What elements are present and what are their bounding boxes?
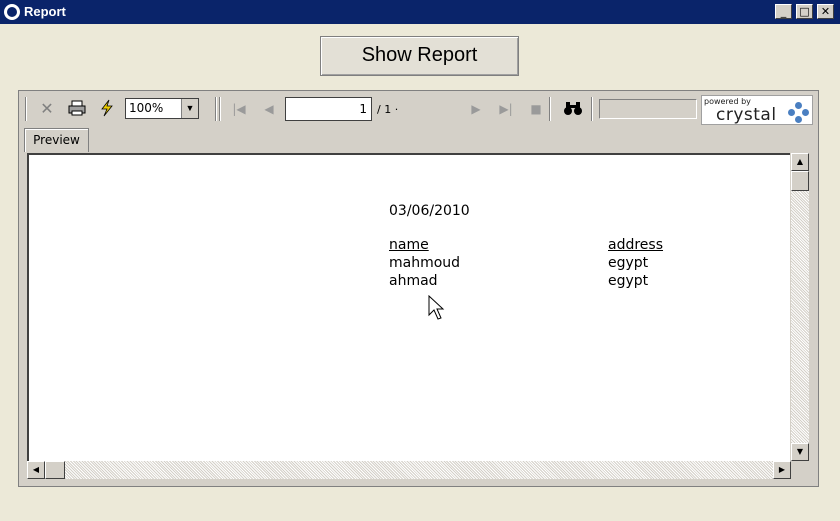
title-bar: Report _ □ ✕ xyxy=(0,0,840,24)
row-name: ahmad xyxy=(389,273,438,289)
scroll-up-button[interactable]: ▲ xyxy=(791,153,809,171)
report-page: 03/06/2010 name address mahmoud egypt ah… xyxy=(27,153,790,461)
search-input[interactable] xyxy=(599,99,697,119)
scroll-right-button[interactable]: ▶ xyxy=(773,461,791,479)
maximize-button[interactable]: □ xyxy=(796,4,813,19)
toolbar-separator xyxy=(25,97,27,121)
toolbar-separator xyxy=(591,97,593,121)
print-icon[interactable] xyxy=(67,99,87,119)
zoom-value: 100% xyxy=(129,101,164,115)
column-header-name: name xyxy=(389,237,429,253)
crystal-logo: powered by crystal xyxy=(701,95,813,125)
column-header-address: address xyxy=(608,237,664,253)
minimize-button[interactable]: _ xyxy=(775,4,792,19)
close-icon[interactable]: ✕ xyxy=(37,99,57,119)
close-button[interactable]: ✕ xyxy=(817,4,834,19)
show-report-button[interactable]: Show Report xyxy=(320,36,519,76)
row-address: egypt xyxy=(608,255,649,271)
toolbar-separator xyxy=(549,97,551,121)
chevron-down-icon[interactable]: ▼ xyxy=(181,99,198,118)
row-name: mahmoud xyxy=(389,255,461,271)
window-title: Report xyxy=(24,4,66,19)
horizontal-scroll-thumb[interactable] xyxy=(45,461,65,479)
scroll-left-button[interactable]: ◀ xyxy=(27,461,45,479)
scroll-down-button[interactable]: ▼ xyxy=(791,443,809,461)
refresh-lightning-icon[interactable] xyxy=(97,99,117,119)
next-page-icon[interactable]: ▶ xyxy=(466,99,486,119)
zoom-select[interactable]: 100% ▼ xyxy=(125,98,199,119)
report-date: 03/06/2010 xyxy=(389,203,470,219)
crystal-dots-icon xyxy=(788,102,810,124)
vertical-scroll-thumb[interactable] xyxy=(791,171,809,191)
viewer-toolbar: ✕ 100% ▼ |◀ ◀ 1 / 1 · ▶ ▶| ■ powered by … xyxy=(19,91,818,127)
vertical-scrollbar[interactable]: ▲ ▼ xyxy=(791,153,809,461)
mouse-cursor-icon xyxy=(428,294,446,323)
toolbar-separator xyxy=(215,97,217,121)
crystal-brand: crystal xyxy=(716,105,777,125)
tab-bar: Preview xyxy=(19,127,818,153)
report-viewer: ✕ 100% ▼ |◀ ◀ 1 / 1 · ▶ ▶| ■ powered by … xyxy=(18,90,819,487)
app-icon xyxy=(4,4,20,20)
horizontal-scrollbar[interactable]: ◀ ▶ xyxy=(27,461,791,479)
stop-icon[interactable]: ■ xyxy=(526,99,546,119)
prev-page-icon[interactable]: ◀ xyxy=(259,99,279,119)
toolbar-separator xyxy=(219,97,221,121)
last-page-icon[interactable]: ▶| xyxy=(496,99,516,119)
page-number-input[interactable]: 1 xyxy=(285,97,372,121)
tab-preview[interactable]: Preview xyxy=(24,128,89,152)
row-address: egypt xyxy=(608,273,649,289)
first-page-icon[interactable]: |◀ xyxy=(229,99,249,119)
binoculars-search-icon[interactable] xyxy=(563,99,583,119)
page-total: / 1 · xyxy=(377,103,399,116)
